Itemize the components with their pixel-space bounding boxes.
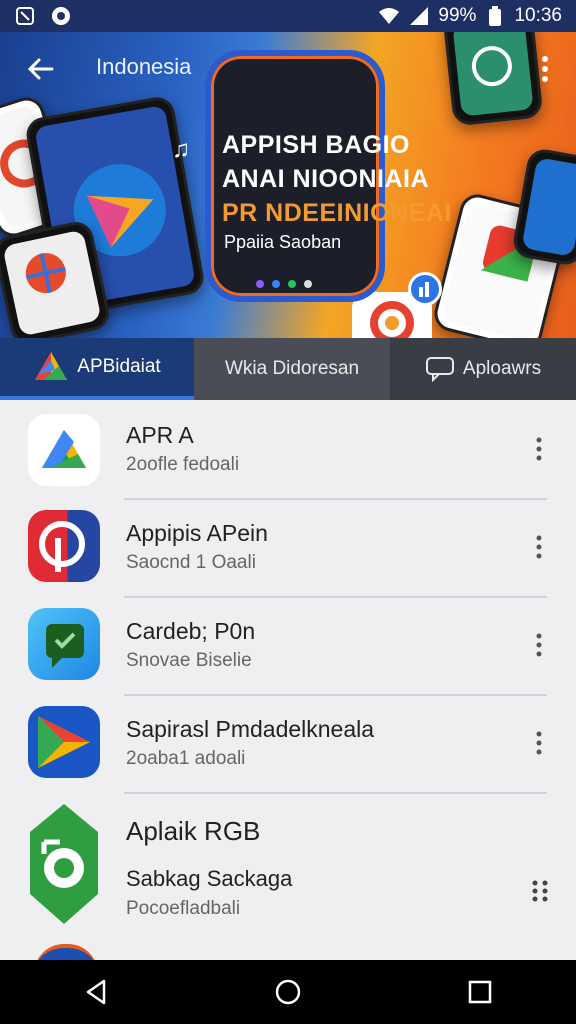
- signal-icon: [408, 5, 430, 27]
- battery-percent: 99%: [438, 5, 477, 26]
- home-nav-button[interactable]: [268, 972, 308, 1012]
- promo-subtitle: Ppaiia Saoban: [224, 232, 342, 252]
- list-item[interactable]: Aplaik RGB Sabkag Sackaga Pocoefladbali: [0, 794, 576, 944]
- triangle-back-icon: [86, 979, 106, 1005]
- app-subtitle: 2oaba1 adoali: [126, 748, 246, 769]
- app-icon: [50, 5, 72, 27]
- square-recents-icon: [468, 980, 492, 1004]
- back-nav-button[interactable]: [76, 972, 116, 1012]
- tab-label: Aploawrs: [462, 358, 542, 379]
- tab-indonesia[interactable]: Wkia Didoresan: [194, 338, 390, 400]
- recents-nav-button[interactable]: [460, 972, 500, 1012]
- back-button[interactable]: [26, 54, 56, 84]
- list-item[interactable]: Sapirasl Pmdadelkneala 2oaba1 adoali: [0, 696, 576, 794]
- promo-line-2: ANAI NIOONIAIA: [222, 165, 429, 193]
- more-vertical-icon[interactable]: [530, 728, 548, 758]
- app-subtitle: 2oofle fedoali: [126, 454, 240, 475]
- music-note-icon: ♫: [172, 136, 190, 163]
- pinterest-icon: [28, 510, 100, 582]
- app-name: APR A: [126, 422, 194, 448]
- more-vertical-icon[interactable]: [530, 434, 548, 464]
- app-name: Cardeb; P0n: [126, 618, 256, 644]
- list-item[interactable]: Cardeb; P0n Snovae Biselie: [0, 598, 576, 696]
- drive-icon: [28, 414, 100, 486]
- chat-bubble-icon: [425, 357, 454, 382]
- notification-icon: [14, 5, 36, 27]
- list-item[interactable]: APR A 2oofle fedoali: [0, 400, 576, 498]
- app-list: APR A 2oofle fedoali Appipis APein Saocn…: [0, 400, 576, 960]
- promo-line-3: PR NDEEINIONEAI: [222, 199, 452, 227]
- tab-apps-list[interactable]: Aploawrs: [390, 338, 576, 400]
- hero-banner: APPISH BAGIO ANAI NIOONIAIA PR NDEEINION…: [0, 32, 576, 338]
- wifi-icon: [378, 5, 400, 27]
- navigation-bar: [0, 960, 576, 1024]
- app-subtitle: Saocnd 1 Oaali: [126, 552, 256, 573]
- tab-bar: APBidaiat Wkia Didoresan Aploawrs: [0, 338, 576, 400]
- promo-headline: APPISH BAGIO ANAI NIOONIAIA PR NDEEINION…: [222, 128, 452, 230]
- app-subtitle-primary: Sabkag Sackaga: [126, 866, 293, 891]
- drag-handle-icon[interactable]: [530, 876, 550, 906]
- circle-home-icon: [275, 979, 301, 1005]
- more-vertical-icon: [542, 56, 548, 82]
- play-icon: [28, 706, 100, 778]
- app-name: Sapirasl Pmdadelkneala: [126, 716, 375, 742]
- tab-apps[interactable]: APBidaiat: [0, 338, 194, 400]
- more-vertical-icon[interactable]: [530, 630, 548, 660]
- eye-shield-icon: [26, 802, 102, 926]
- status-bar: 99% 10:36: [0, 0, 576, 32]
- tab-label: Wkia Didoresan: [224, 358, 360, 379]
- chat-icon: [28, 608, 100, 680]
- bar-chart-icon: [408, 272, 442, 306]
- more-options-button[interactable]: [540, 54, 550, 84]
- apps-logo-icon: [35, 352, 68, 380]
- list-item[interactable]: Appipis APein Saocnd 1 Oaali: [0, 500, 576, 598]
- phone-illustration: [442, 32, 544, 127]
- page-title: Indonesia: [96, 54, 192, 79]
- carousel-dots: [256, 280, 312, 288]
- battery-icon: [484, 5, 506, 27]
- clock: 10:36: [514, 5, 562, 26]
- more-vertical-icon[interactable]: [530, 532, 548, 562]
- app-subtitle: Pocoefladbali: [126, 898, 241, 919]
- app-subtitle: Snovae Biselie: [126, 650, 252, 671]
- tab-label: APBidaiat: [77, 356, 161, 377]
- app-name: Appipis APein: [126, 520, 268, 546]
- partial-app-icon: [34, 944, 98, 960]
- promo-line-1: APPISH BAGIO: [222, 131, 410, 159]
- arrow-left-icon: [27, 58, 54, 80]
- app-name: Aplaik RGB: [126, 816, 261, 846]
- phone-illustration: [510, 146, 576, 268]
